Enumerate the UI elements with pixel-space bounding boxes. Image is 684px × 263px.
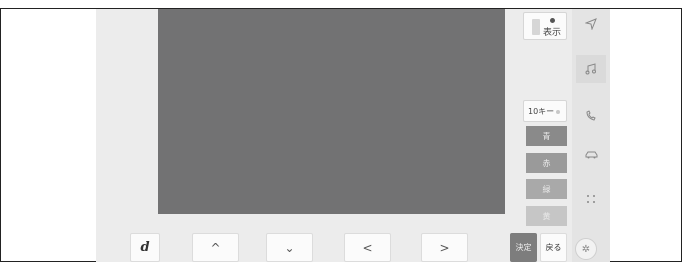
green-button[interactable]: 緑 [526,179,567,199]
red-button[interactable]: 赤 [526,153,567,173]
music-icon[interactable] [576,55,606,83]
d-button-label: d [140,240,150,255]
chevron-right-icon: > [439,240,450,255]
back-button-label: 戻る [545,243,562,252]
head-unit-screen: 表示 10キー 青 赤 緑 黄 ✲ d ^ ⌄ < > 決定 戻る [96,9,610,262]
tenkey-button-label: 10キー [528,106,555,116]
navigation-icon[interactable] [572,13,610,35]
video-display-area [158,9,505,214]
phone-icon[interactable] [572,105,610,127]
indicator-dot-icon [556,110,560,114]
down-button[interactable]: ⌄ [266,233,313,262]
left-button[interactable]: < [344,233,391,262]
display-toggle-button[interactable]: 表示 [523,12,567,40]
sidebar [572,9,610,262]
yellow-button-label: 黄 [542,211,551,221]
chevron-left-icon: < [362,240,373,255]
blue-button-label: 青 [542,131,551,141]
green-button-label: 緑 [542,184,551,194]
car-icon[interactable] [572,144,610,166]
toggle-indicator-icon [532,19,540,35]
enter-button[interactable]: 決定 [510,233,537,262]
apps-icon[interactable] [572,188,610,210]
right-button[interactable]: > [421,233,468,262]
tenkey-button[interactable]: 10キー [523,100,567,122]
red-button-label: 赤 [542,158,551,168]
back-button[interactable]: 戻る [540,233,567,262]
chevron-up-icon: ^ [210,240,221,255]
yellow-button[interactable]: 黄 [526,206,567,226]
blue-button[interactable]: 青 [526,126,567,146]
enter-button-label: 決定 [515,243,532,252]
up-button[interactable]: ^ [192,233,239,262]
d-button[interactable]: d [130,233,160,262]
indicator-dot-icon [550,18,555,23]
chevron-down-icon: ⌄ [284,240,295,255]
display-button-label: 表示 [543,28,562,38]
settings-gear-icon[interactable]: ✲ [575,238,597,260]
